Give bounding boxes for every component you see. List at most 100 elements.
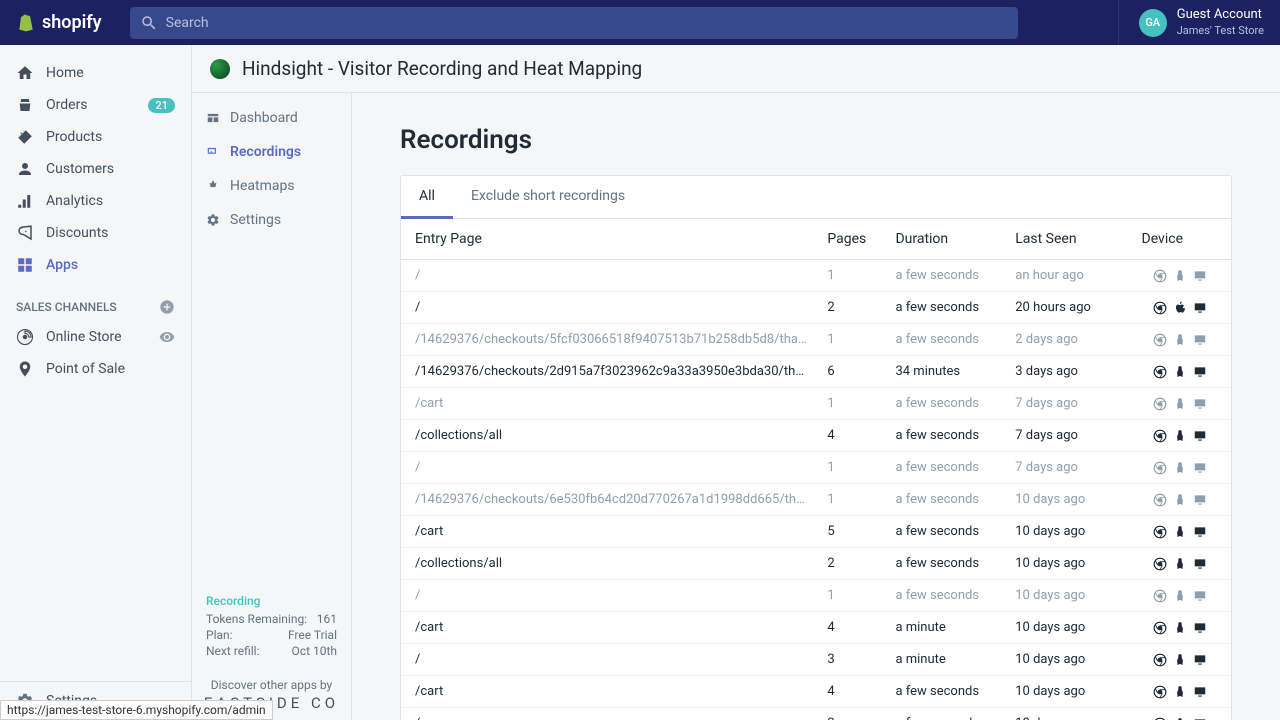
cell-duration: a few seconds — [885, 388, 1005, 420]
cell-duration: a few seconds — [885, 708, 1005, 720]
app-nav-icon — [206, 145, 220, 159]
nav-icon — [16, 64, 34, 82]
table-row[interactable]: /14629376/checkouts/2d915a7f3023962c9a33… — [401, 356, 1231, 388]
cell-entry: /cart — [401, 516, 817, 548]
app-nav-settings[interactable]: Settings — [192, 203, 351, 237]
table-row[interactable]: /3a minute10 days ago — [401, 644, 1231, 676]
cell-seen: 7 days ago — [1005, 420, 1116, 452]
nav-icon — [16, 224, 34, 242]
eye-icon[interactable] — [159, 329, 175, 345]
linux-icon — [1173, 717, 1187, 720]
chrome-icon — [1153, 301, 1167, 315]
cell-duration: a few seconds — [885, 324, 1005, 356]
linux-icon — [1173, 653, 1187, 667]
table-row[interactable]: /1a few seconds10 days ago — [401, 580, 1231, 612]
sidebar-item-home[interactable]: Home — [0, 57, 191, 89]
sidebar-item-products[interactable]: Products — [0, 121, 191, 153]
chrome-icon — [1153, 717, 1167, 720]
cell-seen: 7 days ago — [1005, 452, 1116, 484]
cell-device — [1116, 324, 1231, 356]
col-entry-page[interactable]: Entry Page — [401, 219, 817, 260]
chrome-icon — [1153, 493, 1167, 507]
account-text: Guest Account James' Test Store — [1177, 7, 1264, 38]
app-nav-heatmaps[interactable]: Heatmaps — [192, 169, 351, 203]
sidebar-item-customers[interactable]: Customers — [0, 153, 191, 185]
cell-duration: a few seconds — [885, 420, 1005, 452]
col-pages[interactable]: Pages — [817, 219, 885, 260]
desktop-icon — [1193, 301, 1207, 315]
table-row[interactable]: /cart5a few seconds10 days ago — [401, 516, 1231, 548]
table-row[interactable]: /cart4a few seconds10 days ago — [401, 676, 1231, 708]
add-channel-icon[interactable] — [159, 299, 175, 315]
col-duration[interactable]: Duration — [885, 219, 1005, 260]
cell-pages: 1 — [817, 452, 885, 484]
cell-duration: a few seconds — [885, 292, 1005, 324]
topbar: shopify Search GA Guest Account James' T… — [0, 0, 1280, 45]
cell-seen: an hour ago — [1005, 260, 1116, 292]
cell-duration: 34 minutes — [885, 356, 1005, 388]
desktop-icon — [1193, 653, 1207, 667]
table-row[interactable]: /collections/all4a few seconds7 days ago — [401, 420, 1231, 452]
desktop-icon — [1193, 333, 1207, 347]
col-last-seen[interactable]: Last Seen — [1005, 219, 1116, 260]
table-row[interactable]: /14629376/checkouts/5fcf03066518f9407513… — [401, 324, 1231, 356]
cell-duration: a few seconds — [885, 548, 1005, 580]
tab-all[interactable]: All — [401, 176, 453, 219]
sidebar-item-apps[interactable]: Apps — [0, 249, 191, 281]
apple-icon — [1173, 301, 1187, 315]
table-row[interactable]: /1a few seconds7 days ago — [401, 452, 1231, 484]
channel-online-store[interactable]: Online Store — [0, 321, 191, 353]
desktop-icon — [1193, 685, 1207, 699]
cell-pages: 4 — [817, 676, 885, 708]
sidebar-item-orders[interactable]: Orders21 — [0, 89, 191, 121]
cell-pages: 4 — [817, 612, 885, 644]
store-name: James' Test Store — [1177, 24, 1264, 38]
table-row[interactable]: /14629376/checkouts/6e530fb64cd20d770267… — [401, 484, 1231, 516]
shopify-icon — [16, 12, 36, 34]
cell-pages: 6 — [817, 356, 885, 388]
linux-icon — [1173, 365, 1187, 379]
account-menu[interactable]: GA Guest Account James' Test Store — [1118, 0, 1264, 45]
cell-pages: 1 — [817, 580, 885, 612]
col-device[interactable]: Device — [1116, 219, 1231, 260]
table-row[interactable]: /collections/all2a few seconds10 days ag… — [401, 548, 1231, 580]
cell-seen: 10 days ago — [1005, 708, 1116, 720]
channel-point-of-sale[interactable]: Point of Sale — [0, 353, 191, 385]
chrome-icon — [1153, 525, 1167, 539]
badge: 21 — [148, 98, 175, 113]
avatar: GA — [1139, 9, 1167, 37]
desktop-icon — [1193, 621, 1207, 635]
cell-duration: a few seconds — [885, 516, 1005, 548]
cell-seen: 3 days ago — [1005, 356, 1116, 388]
cell-pages: 5 — [817, 516, 885, 548]
chrome-icon — [1153, 589, 1167, 603]
table-row[interactable]: /1a few secondsan hour ago — [401, 260, 1231, 292]
cell-entry: /collections/all — [401, 420, 817, 452]
desktop-icon — [1193, 525, 1207, 539]
app-header: Hindsight - Visitor Recording and Heat M… — [192, 45, 1280, 93]
nav-icon — [16, 128, 34, 146]
sidebar-item-discounts[interactable]: Discounts — [0, 217, 191, 249]
cell-pages: 4 — [817, 420, 885, 452]
app-nav: DashboardRecordingsHeatmapsSettings Reco… — [192, 93, 352, 720]
tab-exclude-short-recordings[interactable]: Exclude short recordings — [453, 176, 643, 218]
chrome-icon — [1153, 333, 1167, 347]
chrome-icon — [1153, 557, 1167, 571]
logo[interactable]: shopify — [16, 12, 102, 34]
content-area: Hindsight - Visitor Recording and Heat M… — [192, 45, 1280, 720]
cell-pages: 3 — [817, 644, 885, 676]
table-row[interactable]: /cart1a few seconds7 days ago — [401, 388, 1231, 420]
search-placeholder: Search — [166, 15, 209, 31]
search-input[interactable]: Search — [130, 7, 1018, 39]
linux-icon — [1173, 461, 1187, 475]
app-nav-dashboard[interactable]: Dashboard — [192, 101, 351, 135]
cell-pages: 2 — [817, 292, 885, 324]
table-row[interactable]: /2a few seconds20 hours ago — [401, 292, 1231, 324]
cell-duration: a few seconds — [885, 260, 1005, 292]
desktop-icon — [1193, 269, 1207, 283]
table-row[interactable]: /cart4a minute10 days ago — [401, 612, 1231, 644]
app-nav-recordings[interactable]: Recordings — [192, 135, 351, 169]
sidebar-item-analytics[interactable]: Analytics — [0, 185, 191, 217]
cell-seen: 10 days ago — [1005, 484, 1116, 516]
table-row[interactable]: /3a few seconds10 days ago — [401, 708, 1231, 720]
